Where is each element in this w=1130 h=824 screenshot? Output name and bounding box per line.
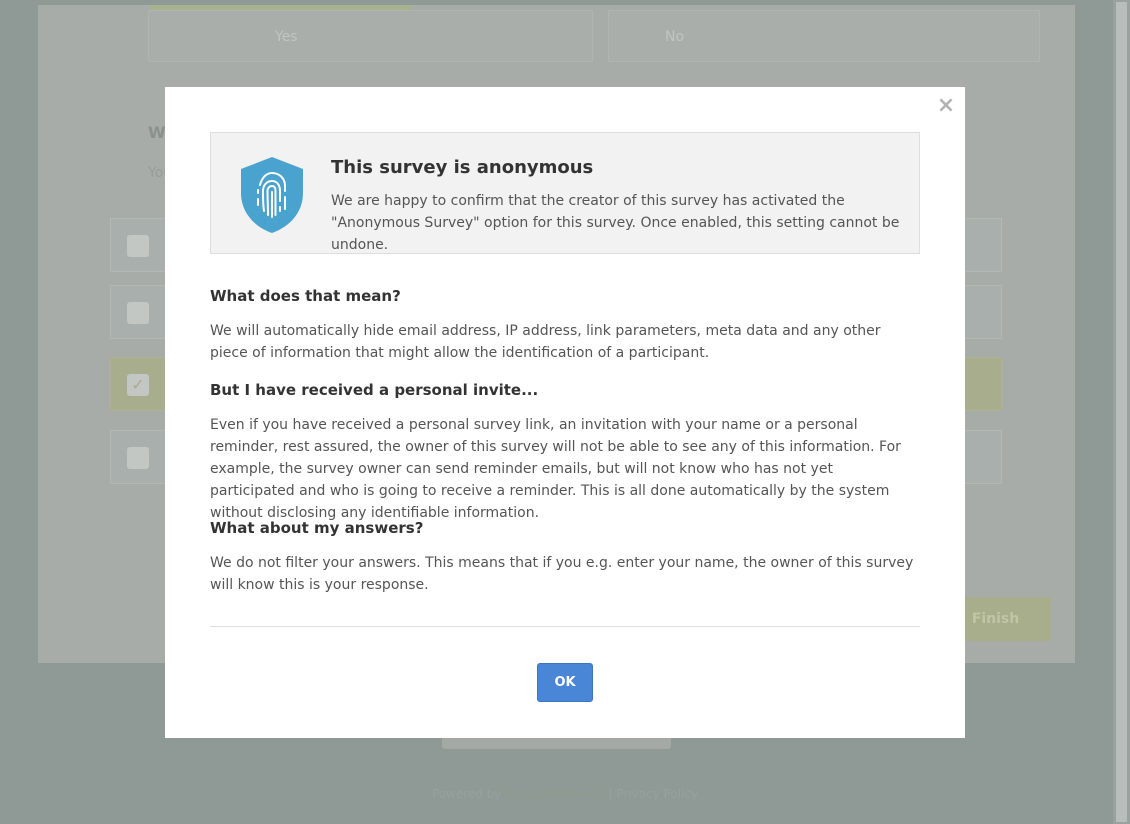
section-heading: What does that mean? — [210, 287, 401, 305]
anonymous-survey-dialog: × This survey is anonymous We are happy … — [165, 87, 965, 738]
divider — [210, 626, 920, 627]
shield-fingerprint-icon — [241, 157, 303, 233]
footer-brand-link: SurveyHero.com — [505, 787, 605, 801]
footer-powered: Powered by — [431, 787, 502, 801]
answer-option-no: No — [608, 10, 1040, 62]
close-icon[interactable]: × — [935, 93, 957, 119]
section-body: Even if you have received a personal sur… — [210, 417, 901, 521]
section-body: We will automatically hide email address… — [210, 323, 881, 361]
anonymous-notice-box: This survey is anonymous We are happy to… — [210, 132, 920, 254]
checkbox-icon — [127, 302, 149, 324]
notice-text: We are happy to confirm that the creator… — [331, 193, 900, 253]
section-heading: What about my answers? — [210, 519, 424, 537]
notice-title: This survey is anonymous — [331, 157, 594, 178]
checkbox-icon — [127, 235, 149, 257]
checkmark-icon: ✓ — [127, 374, 149, 396]
section-body: We do not filter your answers. This mean… — [210, 555, 914, 593]
answer-option-yes: Yes — [148, 10, 593, 62]
checkbox-icon — [127, 447, 149, 469]
scrollbar-thumb[interactable] — [1116, 2, 1127, 822]
section-heading: But I have received a personal invite... — [210, 381, 539, 399]
footer-separator: | — [608, 787, 613, 801]
ok-button[interactable]: OK — [537, 663, 593, 702]
footer: Powered by SurveyHero.com | Privacy Poli… — [0, 787, 1130, 801]
footer-privacy-link: Privacy Policy — [616, 787, 699, 801]
scrollbar[interactable] — [1113, 0, 1130, 824]
